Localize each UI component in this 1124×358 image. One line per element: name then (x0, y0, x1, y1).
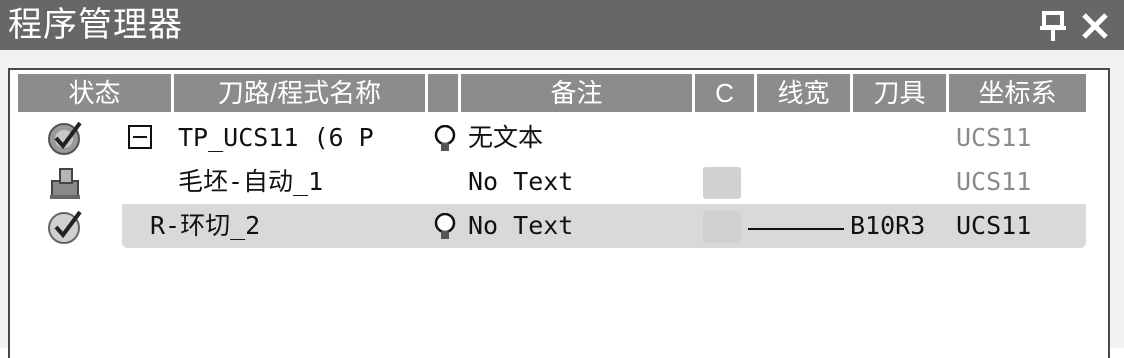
stock-block-icon (50, 168, 80, 199)
col-linewidth[interactable]: 线宽 (757, 74, 853, 112)
tool-name: B10R3 (850, 211, 926, 240)
toolpath-name[interactable]: TP_UCS11 (6 P (178, 116, 428, 160)
col-visibility[interactable] (428, 74, 461, 112)
linewidth-indicator (748, 228, 844, 230)
lightbulb-icon[interactable] (434, 125, 456, 155)
close-icon[interactable] (1078, 9, 1112, 43)
toolpath-name[interactable]: 毛坯-自动_1 (178, 160, 428, 204)
column-header: 状态 刀路/程式名称 备注 C 线宽 刀具 坐标系 (18, 74, 1086, 112)
col-coordinate-system[interactable]: 坐标系 (949, 74, 1086, 112)
toolpath-name[interactable]: R-环切_2 (150, 204, 430, 248)
operation-check-icon (48, 210, 82, 244)
coordinate-system: UCS11 (956, 123, 1032, 152)
table-row-stock[interactable]: 毛坯-自动_1 No Text UCS11 (18, 160, 1086, 204)
note-text: No Text (468, 167, 574, 196)
col-toolpath-name[interactable]: 刀路/程式名称 (174, 74, 428, 112)
table-row-operation[interactable]: R-环切_2 No Text B10R3 UCS11 (18, 204, 1086, 248)
coordinate-system: UCS11 (956, 167, 1032, 196)
color-swatch[interactable] (703, 211, 741, 243)
col-tool[interactable]: 刀具 (853, 74, 949, 112)
lightbulb-icon[interactable] (434, 213, 456, 243)
note-text: No Text (468, 211, 574, 240)
col-c[interactable]: C (695, 74, 757, 112)
color-swatch[interactable] (703, 167, 741, 199)
col-note[interactable]: 备注 (461, 74, 695, 112)
coordinate-system: UCS11 (956, 211, 1032, 240)
program-check-icon (48, 121, 82, 155)
table-row-program[interactable]: TP_UCS11 (6 P 无文本 UCS11 (18, 116, 1086, 160)
title-bar: 程序管理器 (0, 0, 1124, 50)
pin-icon[interactable] (1038, 9, 1068, 43)
window-title: 程序管理器 (8, 6, 183, 44)
collapse-minus-icon[interactable] (128, 125, 152, 149)
note-text: 无文本 (468, 123, 544, 152)
col-status[interactable]: 状态 (18, 74, 174, 112)
